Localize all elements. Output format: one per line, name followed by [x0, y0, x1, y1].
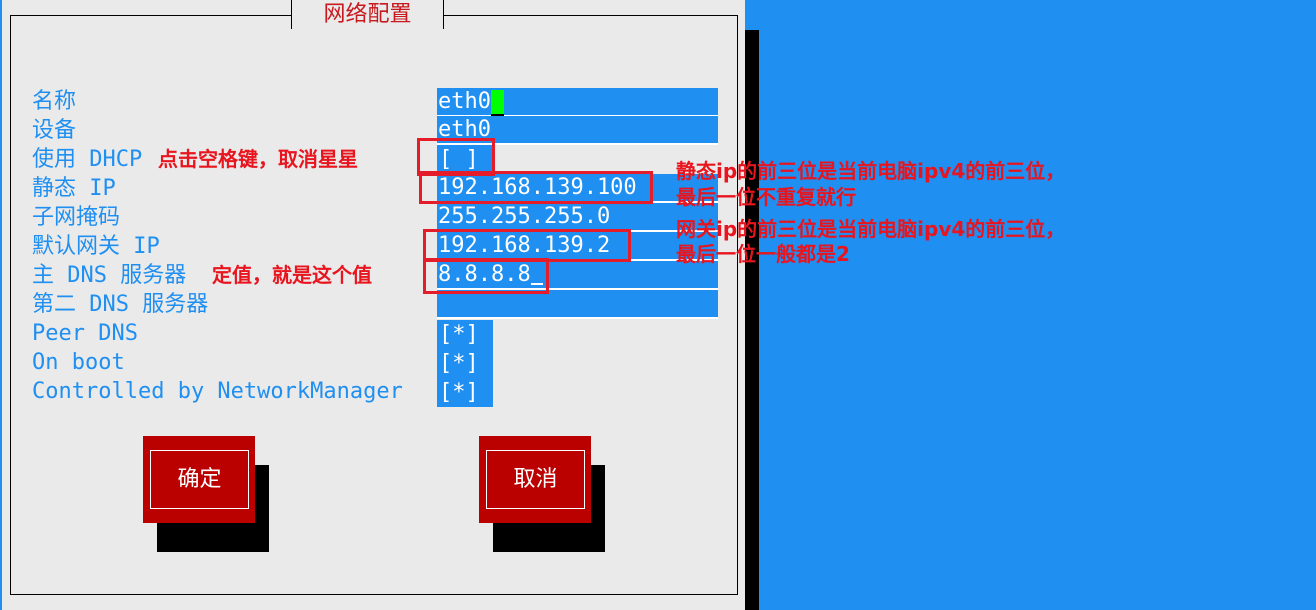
- label-dns1: 主 DNS 服务器: [32, 263, 187, 288]
- netmask-value: 255.255.255.0: [438, 204, 611, 229]
- label-dns2: 第二 DNS 服务器: [32, 292, 209, 317]
- nm-controlled-checkbox[interactable]: [*]: [437, 378, 493, 407]
- cancel-button-label: 取消: [486, 450, 585, 509]
- annotation-dhcp: 点击空格键，取消星星: [158, 147, 358, 171]
- label-nm-controlled: Controlled by NetworkManager: [32, 379, 403, 404]
- label-netmask: 子网掩码: [32, 205, 121, 230]
- annotation-gateway-2: 最后一位一般都是2: [676, 242, 850, 266]
- name-value: eth0: [438, 89, 491, 114]
- label-dhcp: 使用 DHCP: [32, 147, 143, 172]
- annotation-static-ip-1: 静态ip的前三位是当前电脑ipv4的前三位，: [676, 159, 1066, 183]
- dialog-shadow: [745, 30, 759, 610]
- highlight-static-ip: [419, 171, 653, 204]
- annotation-dns: 定值，就是这个值: [212, 263, 372, 287]
- on-boot-checkbox[interactable]: [*]: [437, 349, 493, 378]
- dialog-title-box: 网络配置: [291, 0, 444, 29]
- label-peer-dns: Peer DNS: [32, 321, 138, 346]
- text-cursor: [490, 90, 504, 116]
- label-device: 设备: [32, 118, 77, 143]
- label-gateway: 默认网关 IP: [32, 234, 160, 259]
- ok-button-label: 确定: [150, 450, 249, 509]
- dns2-input[interactable]: [437, 290, 718, 319]
- highlight-dns1: [423, 258, 549, 294]
- label-name: 名称: [32, 89, 77, 114]
- annotation-static-ip-2: 最后一位不重复就行: [676, 185, 856, 209]
- label-on-boot: On boot: [32, 350, 125, 375]
- ok-button[interactable]: 确定: [143, 436, 255, 523]
- cancel-button[interactable]: 取消: [479, 436, 591, 523]
- name-input[interactable]: eth0: [437, 88, 718, 117]
- peer-dns-checkbox[interactable]: [*]: [437, 320, 493, 349]
- dialog-title: 网络配置: [323, 2, 412, 27]
- label-static-ip: 静态 IP: [32, 176, 116, 201]
- annotation-gateway-1: 网关ip的前三位是当前电脑ipv4的前三位，: [676, 217, 1066, 241]
